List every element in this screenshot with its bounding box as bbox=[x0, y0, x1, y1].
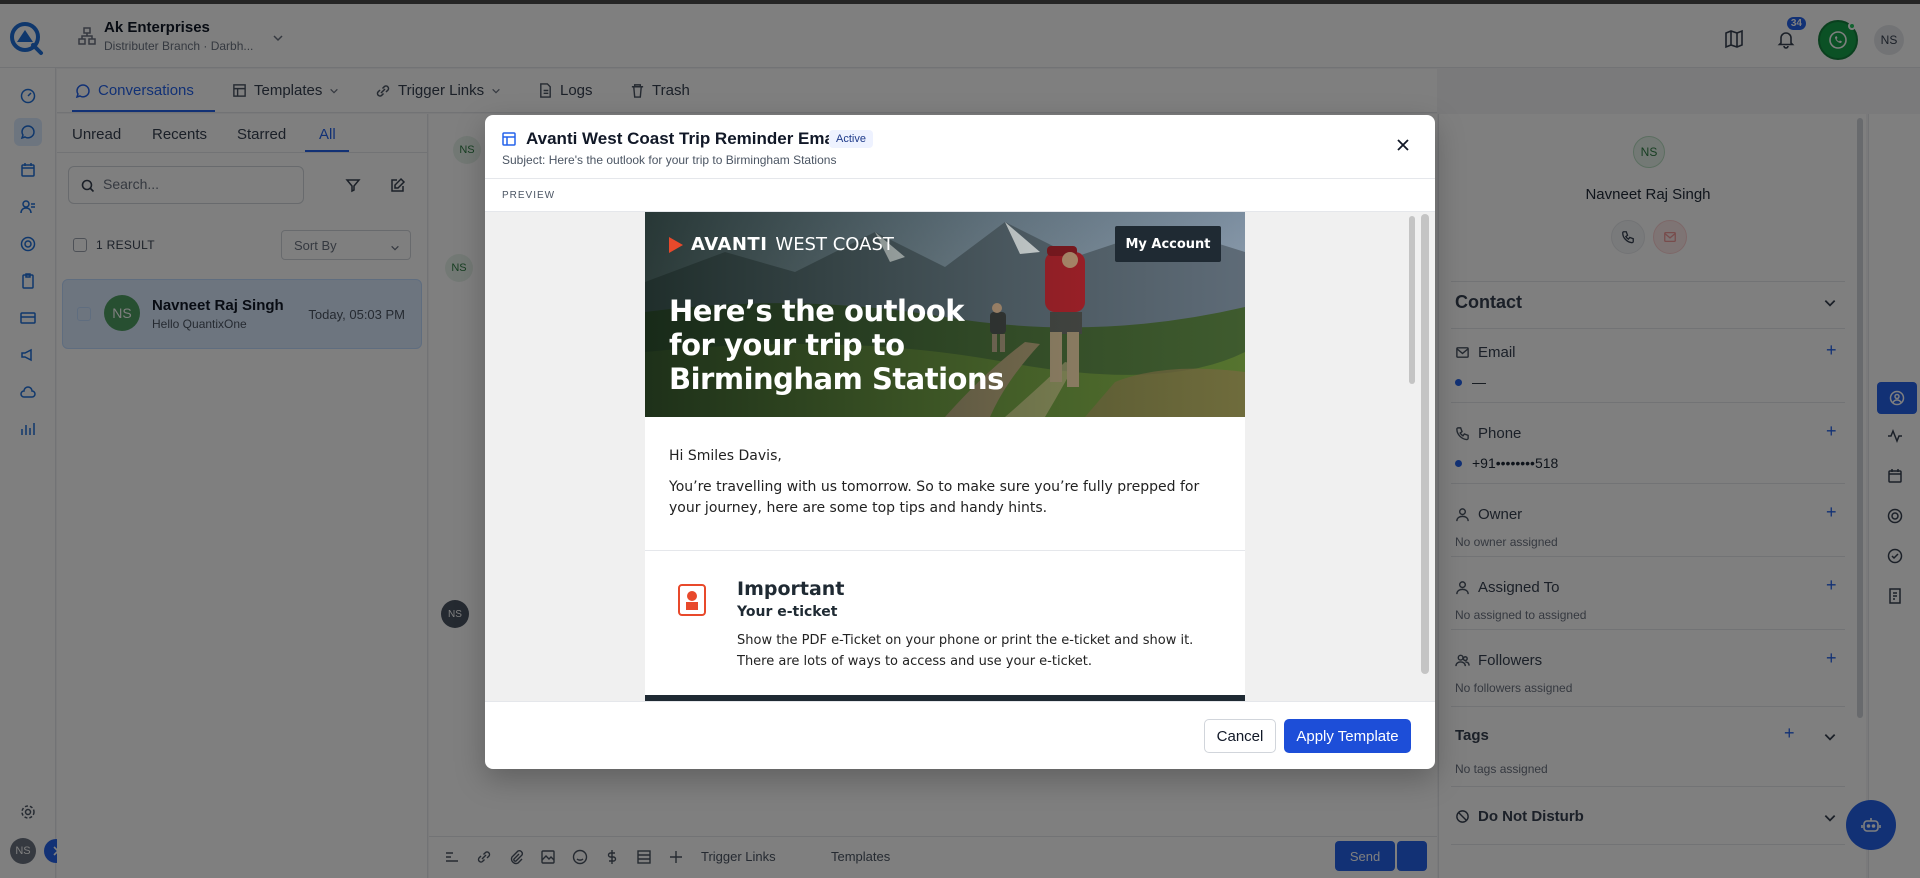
modal-header: Avanti West Coast Trip Reminder Email Ac… bbox=[485, 115, 1435, 179]
ticket-icon bbox=[677, 583, 707, 617]
email-footer-bar bbox=[645, 695, 1245, 701]
close-icon[interactable] bbox=[1391, 133, 1415, 157]
status-badge: Active bbox=[829, 130, 873, 148]
important-body: Show the PDF e-Ticket on your phone or p… bbox=[737, 633, 1194, 669]
template-icon bbox=[501, 131, 517, 150]
email-intro: You’re travelling with us tomorrow. So t… bbox=[669, 479, 1200, 516]
cancel-button[interactable]: Cancel bbox=[1204, 719, 1276, 753]
avanti-logo: AVANTI WEST COAST bbox=[669, 234, 894, 255]
modal-title: Avanti West Coast Trip Reminder Email bbox=[526, 129, 844, 148]
email-preview: AVANTI WEST COAST My Account Here’s the o… bbox=[645, 212, 1245, 701]
my-account-button[interactable]: My Account bbox=[1115, 226, 1221, 262]
play-triangle-icon bbox=[669, 236, 683, 253]
email-greeting: Hi Smiles Davis, bbox=[669, 448, 782, 464]
important-title: Important bbox=[737, 578, 845, 600]
email-preview-area: AVANTI WEST COAST My Account Here’s the o… bbox=[485, 211, 1435, 702]
outer-scrollbar[interactable] bbox=[1421, 214, 1429, 674]
important-subtitle: Your e-ticket bbox=[737, 604, 838, 620]
email-hero-banner: AVANTI WEST COAST My Account Here’s the o… bbox=[645, 212, 1245, 417]
apply-template-button[interactable]: Apply Template bbox=[1284, 719, 1411, 753]
template-preview-modal: Avanti West Coast Trip Reminder Email Ac… bbox=[485, 115, 1435, 769]
email-headline: Here’s the outlook for your trip to Birm… bbox=[669, 294, 1004, 396]
preview-scrollbar-thumb[interactable] bbox=[1409, 216, 1415, 384]
email-subject: Subject: Here's the outlook for your tri… bbox=[502, 153, 837, 167]
preview-label: PREVIEW bbox=[502, 190, 556, 201]
